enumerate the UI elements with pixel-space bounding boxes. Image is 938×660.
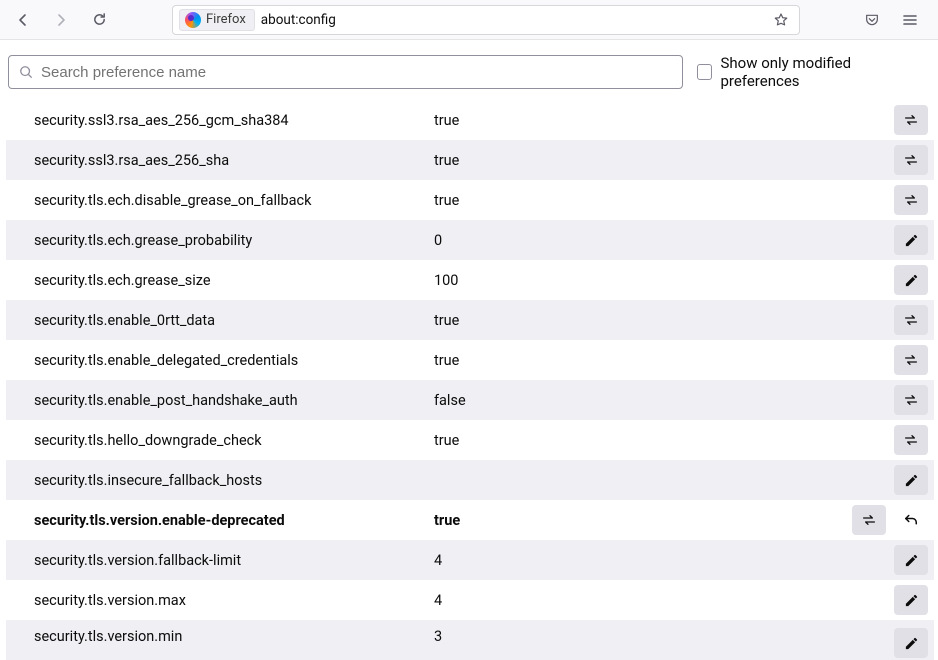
pref-row: security.tls.version.min3 <box>6 620 934 660</box>
pref-row: security.tls.ech.disable_grease_on_fallb… <box>6 180 934 220</box>
edit-button[interactable] <box>894 265 928 295</box>
pref-value: 4 <box>434 552 894 569</box>
pref-value: false <box>434 392 894 409</box>
search-box[interactable] <box>8 55 683 89</box>
pref-row: security.tls.insecure_fallback_hosts <box>6 460 934 500</box>
menu-icon[interactable] <box>896 6 924 34</box>
url-text: about:config <box>261 12 336 28</box>
pref-value: true <box>434 352 894 369</box>
edit-button[interactable] <box>894 225 928 255</box>
reset-button[interactable] <box>894 505 928 535</box>
identity-label: Firefox <box>206 12 246 27</box>
toggle-button[interactable] <box>894 345 928 375</box>
pref-value: true <box>434 152 894 169</box>
edit-button[interactable] <box>894 585 928 615</box>
toggle-button[interactable] <box>894 385 928 415</box>
pref-value: 100 <box>434 272 894 289</box>
pref-value: true <box>434 512 852 529</box>
show-modified-label: Show only modified preferences <box>720 54 932 90</box>
pref-name[interactable]: security.ssl3.rsa_aes_256_sha <box>34 152 434 169</box>
pref-row: security.ssl3.rsa_aes_256_gcm_sha384true <box>6 100 934 140</box>
pref-name[interactable]: security.ssl3.rsa_aes_256_gcm_sha384 <box>34 112 434 129</box>
edit-button[interactable] <box>894 628 928 658</box>
pref-row: security.tls.enable_0rtt_datatrue <box>6 300 934 340</box>
pref-value: true <box>434 312 894 329</box>
pref-row: security.tls.version.max4 <box>6 580 934 620</box>
browser-toolbar: Firefox about:config <box>0 0 938 40</box>
checkbox-icon <box>697 64 713 80</box>
pref-row: security.tls.enable_delegated_credential… <box>6 340 934 380</box>
pref-name[interactable]: security.tls.version.max <box>34 592 434 609</box>
pref-row: security.tls.enable_post_handshake_authf… <box>6 380 934 420</box>
pref-name[interactable]: security.tls.ech.disable_grease_on_fallb… <box>34 192 434 209</box>
url-bar[interactable]: Firefox about:config <box>172 5 800 35</box>
toggle-button[interactable] <box>852 505 886 535</box>
pref-name[interactable]: security.tls.version.enable-deprecated <box>34 512 434 529</box>
pref-row: security.tls.hello_downgrade_checktrue <box>6 420 934 460</box>
identity-box[interactable]: Firefox <box>179 9 255 31</box>
pref-value: true <box>434 192 894 209</box>
pref-name[interactable]: security.tls.enable_delegated_credential… <box>34 352 434 369</box>
pref-list: security.ssl3.rsa_aes_256_gcm_sha384true… <box>6 100 934 660</box>
about-config-content: Show only modified preferences security.… <box>0 40 938 660</box>
bookmark-star-icon[interactable] <box>769 8 793 32</box>
edit-button[interactable] <box>894 465 928 495</box>
reload-button[interactable] <box>84 5 114 35</box>
pref-row: security.tls.ech.grease_size100 <box>6 260 934 300</box>
back-button[interactable] <box>8 5 38 35</box>
edit-button[interactable] <box>894 545 928 575</box>
pref-name[interactable]: security.tls.ech.grease_size <box>34 272 434 289</box>
pref-value: true <box>434 432 894 449</box>
pref-name[interactable]: security.tls.enable_0rtt_data <box>34 312 434 329</box>
toggle-button[interactable] <box>894 105 928 135</box>
pref-value: 4 <box>434 592 894 609</box>
toggle-button[interactable] <box>894 425 928 455</box>
pref-name[interactable]: security.tls.enable_post_handshake_auth <box>34 392 434 409</box>
forward-button[interactable] <box>46 5 76 35</box>
show-modified-toggle[interactable]: Show only modified preferences <box>697 54 932 90</box>
pref-row: security.tls.version.fallback-limit4 <box>6 540 934 580</box>
search-icon <box>19 65 33 79</box>
pref-name[interactable]: security.tls.ech.grease_probability <box>34 232 434 249</box>
pref-row: security.tls.ech.grease_probability0 <box>6 220 934 260</box>
pref-row: security.ssl3.rsa_aes_256_shatrue <box>6 140 934 180</box>
pref-name[interactable]: security.tls.insecure_fallback_hosts <box>34 472 434 489</box>
pref-value: 0 <box>434 232 894 249</box>
pocket-icon[interactable] <box>858 6 886 34</box>
toggle-button[interactable] <box>894 145 928 175</box>
firefox-logo-icon <box>185 12 201 28</box>
search-input[interactable] <box>33 64 672 81</box>
toggle-button[interactable] <box>894 305 928 335</box>
pref-name[interactable]: security.tls.hello_downgrade_check <box>34 432 434 449</box>
pref-name[interactable]: security.tls.version.fallback-limit <box>34 552 434 569</box>
toggle-button[interactable] <box>894 185 928 215</box>
pref-value: true <box>434 112 894 129</box>
pref-row: security.tls.version.enable-deprecatedtr… <box>6 500 934 540</box>
